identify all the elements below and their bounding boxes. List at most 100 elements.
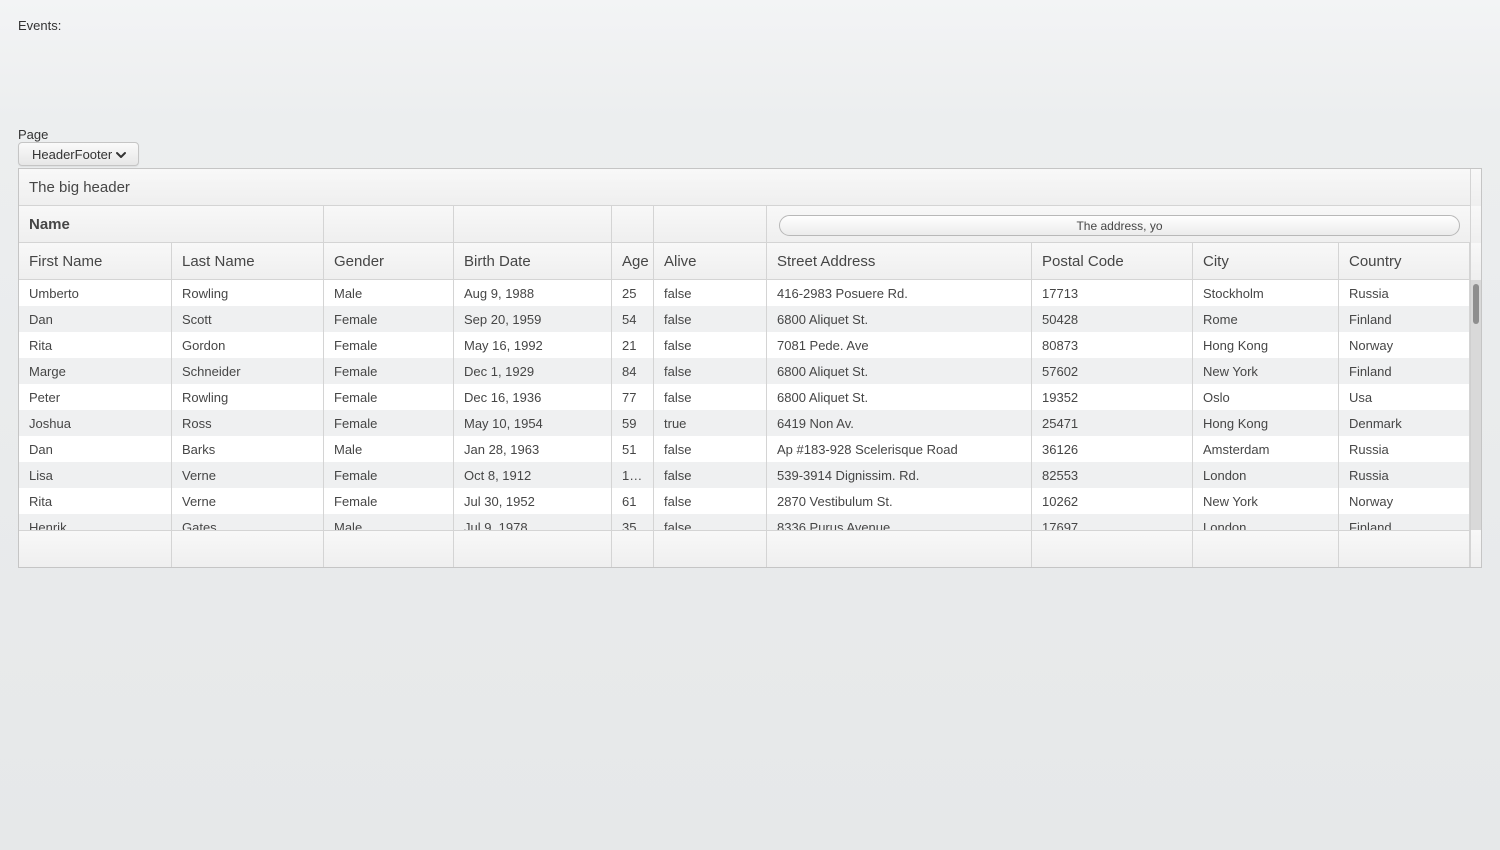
cell-alive[interactable]: false — [654, 436, 767, 462]
cell-gender[interactable]: Female — [324, 488, 454, 514]
cell-city[interactable]: London — [1193, 514, 1339, 530]
column-header-age[interactable]: Age — [612, 243, 654, 279]
cell-birth-date[interactable]: Jul 9, 1978 — [454, 514, 612, 530]
cell-birth-date[interactable]: Jan 28, 1963 — [454, 436, 612, 462]
column-header-postal-code[interactable]: Postal Code — [1032, 243, 1193, 279]
cell-first-name[interactable]: Umberto — [19, 280, 172, 306]
cell-city[interactable]: New York — [1193, 488, 1339, 514]
cell-birth-date[interactable]: May 10, 1954 — [454, 410, 612, 436]
cell-age[interactable]: 84 — [612, 358, 654, 384]
cell-city[interactable]: Hong Kong — [1193, 410, 1339, 436]
group-header-name[interactable]: Name — [19, 206, 324, 242]
cell-alive[interactable]: false — [654, 514, 767, 530]
cell-last-name[interactable]: Barks — [172, 436, 324, 462]
cell-street-address[interactable]: 6419 Non Av. — [767, 410, 1032, 436]
cell-postal-code[interactable]: 25471 — [1032, 410, 1193, 436]
cell-city[interactable]: London — [1193, 462, 1339, 488]
cell-city[interactable]: Oslo — [1193, 384, 1339, 410]
cell-gender[interactable]: Female — [324, 462, 454, 488]
cell-alive[interactable]: false — [654, 462, 767, 488]
cell-birth-date[interactable]: Dec 1, 1929 — [454, 358, 612, 384]
column-header-last-name[interactable]: Last Name — [172, 243, 324, 279]
table-row[interactable]: Joshua Ross Female May 10, 1954 59 true 6419 N… — [19, 410, 1470, 436]
cell-first-name[interactable]: Dan — [19, 436, 172, 462]
cell-city[interactable]: Stockholm — [1193, 280, 1339, 306]
cell-alive[interactable]: false — [654, 488, 767, 514]
cell-first-name[interactable]: Dan — [19, 306, 172, 332]
cell-alive[interactable]: false — [654, 384, 767, 410]
cell-birth-date[interactable]: Dec 16, 1936 — [454, 384, 612, 410]
table-row[interactable]: Marge Schneider Female Dec 1, 1929 84 false 68… — [19, 358, 1470, 384]
cell-street-address[interactable]: 6800 Aliquet St. — [767, 358, 1032, 384]
cell-age[interactable]: 25 — [612, 280, 654, 306]
cell-first-name[interactable]: Rita — [19, 488, 172, 514]
table-row[interactable]: Henrik Gates Male Jul 9, 1978 35 false 8336 Pu… — [19, 514, 1470, 530]
cell-gender[interactable]: Male — [324, 280, 454, 306]
cell-country[interactable]: Finland — [1339, 306, 1470, 332]
cell-gender[interactable]: Male — [324, 436, 454, 462]
cell-last-name[interactable]: Gates — [172, 514, 324, 530]
cell-street-address[interactable]: Ap #183-928 Scelerisque Road — [767, 436, 1032, 462]
cell-first-name[interactable]: Henrik — [19, 514, 172, 530]
cell-country[interactable]: Denmark — [1339, 410, 1470, 436]
cell-country[interactable]: Russia — [1339, 436, 1470, 462]
cell-gender[interactable]: Female — [324, 384, 454, 410]
cell-age[interactable]: 1… — [612, 462, 654, 488]
cell-postal-code[interactable]: 50428 — [1032, 306, 1193, 332]
group-header-cell[interactable] — [324, 206, 454, 242]
cell-gender[interactable]: Female — [324, 410, 454, 436]
address-group-button[interactable]: The address, yo — [779, 215, 1460, 236]
cell-country[interactable]: Norway — [1339, 488, 1470, 514]
cell-alive[interactable]: false — [654, 306, 767, 332]
cell-street-address[interactable]: 6800 Aliquet St. — [767, 384, 1032, 410]
cell-street-address[interactable]: 539-3914 Dignissim. Rd. — [767, 462, 1032, 488]
cell-last-name[interactable]: Ross — [172, 410, 324, 436]
cell-country[interactable]: Finland — [1339, 358, 1470, 384]
cell-alive[interactable]: false — [654, 332, 767, 358]
cell-city[interactable]: Amsterdam — [1193, 436, 1339, 462]
cell-last-name[interactable]: Verne — [172, 462, 324, 488]
cell-alive[interactable]: false — [654, 280, 767, 306]
cell-age[interactable]: 61 — [612, 488, 654, 514]
cell-first-name[interactable]: Peter — [19, 384, 172, 410]
vertical-scrollbar[interactable] — [1470, 280, 1481, 530]
cell-gender[interactable]: Female — [324, 358, 454, 384]
cell-age[interactable]: 77 — [612, 384, 654, 410]
cell-age[interactable]: 59 — [612, 410, 654, 436]
cell-street-address[interactable]: 7081 Pede. Ave — [767, 332, 1032, 358]
cell-street-address[interactable]: 2870 Vestibulum St. — [767, 488, 1032, 514]
page-select-dropdown[interactable]: HeaderFooter — [18, 142, 139, 166]
table-row[interactable]: Lisa Verne Female Oct 8, 1912 1… false 539-391… — [19, 462, 1470, 488]
cell-postal-code[interactable]: 57602 — [1032, 358, 1193, 384]
cell-first-name[interactable]: Marge — [19, 358, 172, 384]
cell-city[interactable]: Rome — [1193, 306, 1339, 332]
cell-first-name[interactable]: Joshua — [19, 410, 172, 436]
cell-country[interactable]: Finland — [1339, 514, 1470, 530]
cell-last-name[interactable]: Rowling — [172, 384, 324, 410]
cell-last-name[interactable]: Rowling — [172, 280, 324, 306]
cell-birth-date[interactable]: Aug 9, 1988 — [454, 280, 612, 306]
cell-postal-code[interactable]: 17697 — [1032, 514, 1193, 530]
cell-last-name[interactable]: Scott — [172, 306, 324, 332]
cell-country[interactable]: Russia — [1339, 280, 1470, 306]
cell-country[interactable]: Usa — [1339, 384, 1470, 410]
group-header-cell[interactable] — [454, 206, 612, 242]
cell-street-address[interactable]: 6800 Aliquet St. — [767, 306, 1032, 332]
cell-first-name[interactable]: Rita — [19, 332, 172, 358]
table-row[interactable]: Rita Verne Female Jul 30, 1952 61 false 2870 V… — [19, 488, 1470, 514]
column-header-alive[interactable]: Alive — [654, 243, 767, 279]
cell-last-name[interactable]: Gordon — [172, 332, 324, 358]
cell-street-address[interactable]: 416-2983 Posuere Rd. — [767, 280, 1032, 306]
cell-gender[interactable]: Male — [324, 514, 454, 530]
cell-gender[interactable]: Female — [324, 332, 454, 358]
column-header-birth-date[interactable]: Birth Date — [454, 243, 612, 279]
cell-birth-date[interactable]: Jul 30, 1952 — [454, 488, 612, 514]
table-row[interactable]: Peter Rowling Female Dec 16, 1936 77 false 680… — [19, 384, 1470, 410]
cell-postal-code[interactable]: 17713 — [1032, 280, 1193, 306]
column-header-gender[interactable]: Gender — [324, 243, 454, 279]
cell-last-name[interactable]: Verne — [172, 488, 324, 514]
cell-country[interactable]: Russia — [1339, 462, 1470, 488]
cell-alive[interactable]: true — [654, 410, 767, 436]
table-row[interactable]: Dan Scott Female Sep 20, 1959 54 false 6800 Al… — [19, 306, 1470, 332]
column-header-street-address[interactable]: Street Address — [767, 243, 1032, 279]
